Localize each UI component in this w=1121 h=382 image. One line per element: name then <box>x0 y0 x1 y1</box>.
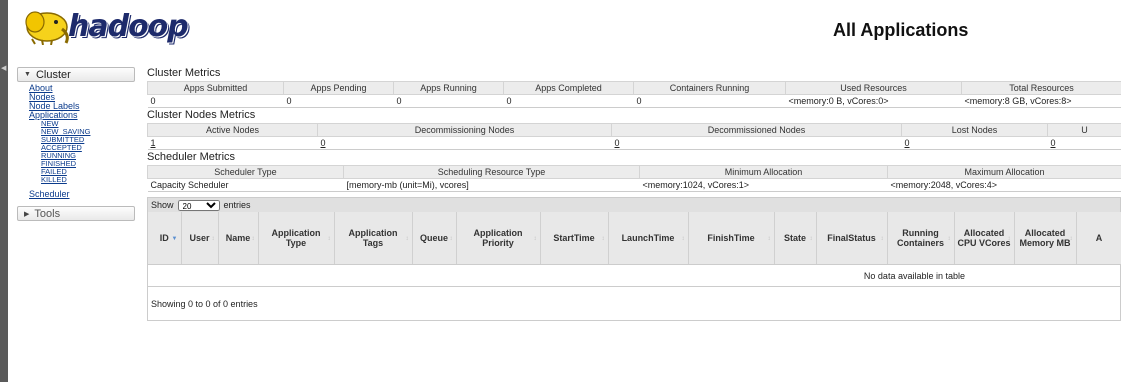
logo-wordmark: hadoop <box>68 8 189 44</box>
scheduler-metrics-title: Scheduler Metrics <box>147 151 236 163</box>
sort-icon: ↕ <box>251 236 255 242</box>
entries-select[interactable]: 20 <box>177 199 220 211</box>
col-truncated[interactable]: A <box>1076 212 1121 264</box>
link-unhealthy-nodes[interactable]: 0 <box>1051 138 1056 148</box>
scheduler-metrics-table: Scheduler Type Scheduling Resource Type … <box>147 165 1121 192</box>
sort-icon: ↕ <box>211 236 215 242</box>
header-maximum-allocation: Maximum Allocation <box>887 165 1121 179</box>
sidebar-cluster-label: Cluster <box>35 68 71 81</box>
page-title: All Applications <box>833 20 969 40</box>
sort-icon: ↕ <box>947 236 951 242</box>
col-name[interactable]: Name ↕ <box>218 212 259 264</box>
sort-icon: ↕ <box>681 236 685 242</box>
link-decommissioning-nodes[interactable]: 0 <box>321 138 326 148</box>
value-containers-running: 0 <box>633 94 786 108</box>
table-info: Showing 0 to 0 of 0 entries <box>148 287 1120 321</box>
col-id[interactable]: ID ▼ <box>148 212 182 264</box>
value-apps-running: 0 <box>393 94 504 108</box>
header-decommissioning-nodes: Decommissioning Nodes <box>317 123 612 137</box>
nodes-metrics-title: Cluster Nodes Metrics <box>147 109 256 121</box>
sort-asc-icon: ▼ <box>171 236 178 242</box>
app-state-list: NEW NEW_SAVING SUBMITTED ACCEPTED RUNNIN… <box>29 120 135 184</box>
sort-icon: ↕ <box>767 236 771 242</box>
value-minimum-allocation: <memory:1024, vCores:1> <box>639 178 888 192</box>
show-label: Show <box>151 200 174 210</box>
chevron-right-icon: ▶ <box>24 210 30 218</box>
chevron-down-icon: ▼ <box>24 71 31 78</box>
col-user[interactable]: User ↕ <box>181 212 219 264</box>
hadoop-logo: hadoop <box>22 5 189 47</box>
sort-icon: ↕ <box>533 236 537 242</box>
header-scheduler-type: Scheduler Type <box>147 165 344 179</box>
col-finish-time[interactable]: FinishTime ↕ <box>688 212 775 264</box>
applications-table: ID ▼ User ↕ Name ↕ Application Type ↕ Applic… <box>148 212 1121 264</box>
state-link-killed[interactable]: KILLED <box>41 176 135 184</box>
left-edge-bar: ◀ <box>0 0 8 382</box>
sidebar-cluster-header[interactable]: ▼ Cluster <box>17 67 135 82</box>
col-final-status[interactable]: FinalStatus ↕ <box>816 212 888 264</box>
sidebar-link-scheduler[interactable]: Scheduler <box>29 190 135 199</box>
cluster-metrics-title: Cluster Metrics <box>147 67 221 79</box>
col-application-tags[interactable]: Application Tags ↕ <box>334 212 413 264</box>
link-lost-nodes[interactable]: 0 <box>905 138 910 148</box>
header-scheduling-resource-type: Scheduling Resource Type <box>343 165 640 179</box>
applications-table-wrapper: Show 20 entries ID ▼ User ↕ Name ↕ Applicat… <box>147 197 1121 321</box>
sidebar-tools-label: Tools <box>34 207 61 220</box>
header-apps-completed: Apps Completed <box>503 81 634 95</box>
header-decommissioned-nodes: Decommissioned Nodes <box>611 123 902 137</box>
header-apps-submitted: Apps Submitted <box>147 81 284 95</box>
sort-icon: ↕ <box>405 236 409 242</box>
value-maximum-allocation: <memory:2048, vCores:4> <box>887 178 1121 192</box>
header-apps-running: Apps Running <box>393 81 504 95</box>
sort-icon: ↕ <box>1007 236 1011 242</box>
value-total-resources: <memory:8 GB, vCores:8> <box>961 94 1121 108</box>
col-allocated-cpu-vcores[interactable]: Allocated CPU VCores ↕ <box>954 212 1015 264</box>
header-containers-running: Containers Running <box>633 81 786 95</box>
sort-icon: ↕ <box>601 236 605 242</box>
col-allocated-memory-mb[interactable]: Allocated Memory MB ↕ <box>1014 212 1077 264</box>
header-unhealthy-nodes: U <box>1047 123 1121 137</box>
no-data-message: No data available in table <box>148 264 1120 287</box>
header-total-resources: Total Resources <box>961 81 1121 95</box>
elephant-logo-icon <box>25 11 69 45</box>
value-used-resources: <memory:0 B, vCores:0> <box>785 94 962 108</box>
header-used-resources: Used Resources <box>785 81 962 95</box>
value-apps-submitted: 0 <box>147 94 284 108</box>
header-lost-nodes: Lost Nodes <box>901 123 1048 137</box>
cluster-metrics-table: Apps Submitted Apps Pending Apps Running… <box>147 81 1121 108</box>
sort-icon: ↕ <box>327 236 331 242</box>
value-apps-completed: 0 <box>503 94 634 108</box>
col-state[interactable]: State ↕ <box>774 212 817 264</box>
nodes-metrics-table: Active Nodes Decommissioning Nodes Decom… <box>147 123 1121 150</box>
value-apps-pending: 0 <box>283 94 394 108</box>
entries-label: entries <box>223 200 251 210</box>
value-scheduler-type: Capacity Scheduler <box>147 178 344 192</box>
entries-length-control: Show 20 entries <box>148 198 1120 212</box>
col-start-time[interactable]: StartTime ↕ <box>540 212 609 264</box>
collapse-arrow-icon[interactable]: ◀ <box>1 64 6 72</box>
col-application-type[interactable]: Application Type ↕ <box>258 212 335 264</box>
col-application-priority[interactable]: Application Priority ↕ <box>456 212 541 264</box>
sort-icon: ↕ <box>809 236 813 242</box>
link-active-nodes[interactable]: 1 <box>151 138 156 148</box>
header-minimum-allocation: Minimum Allocation <box>639 165 888 179</box>
col-launch-time[interactable]: LaunchTime ↕ <box>608 212 689 264</box>
header-apps-pending: Apps Pending <box>283 81 394 95</box>
col-queue[interactable]: Queue ↕ <box>412 212 457 264</box>
value-scheduling-resource-type: [memory-mb (unit=Mi), vcores] <box>343 178 640 192</box>
col-running-containers[interactable]: Running Containers ↕ <box>887 212 955 264</box>
main-content: Cluster Metrics Apps Submitted Apps Pend… <box>147 66 1121 321</box>
sidebar: ▼ Cluster About Nodes Node Labels Applic… <box>17 67 135 221</box>
sort-icon: ↕ <box>1069 236 1073 242</box>
sort-icon: ↕ <box>449 236 453 242</box>
link-decommissioned-nodes[interactable]: 0 <box>615 138 620 148</box>
header-active-nodes: Active Nodes <box>147 123 318 137</box>
sidebar-tools-header[interactable]: ▶ Tools <box>17 206 135 221</box>
sort-icon: ↕ <box>880 236 884 242</box>
